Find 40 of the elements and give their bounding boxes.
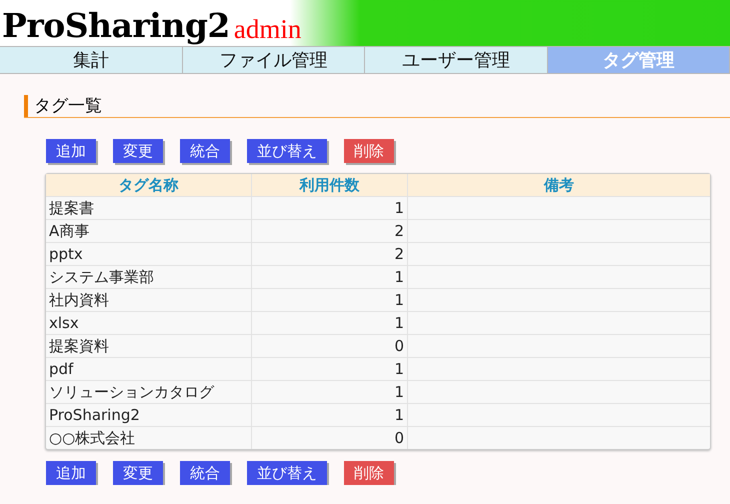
count-cell: 1 (252, 196, 408, 220)
tag-name-cell: pdf (46, 358, 252, 380)
delete-button[interactable]: 削除 (344, 461, 394, 485)
tag-name-cell: A商事 (46, 220, 252, 242)
logo: ProSharing2 (1, 6, 230, 46)
nav-tab[interactable]: ユーザー管理 (365, 46, 548, 74)
action-button[interactable]: 追加 (46, 139, 96, 163)
action-button[interactable]: 並び替え (247, 139, 327, 163)
tag-name-cell: pptx (46, 242, 252, 266)
action-button[interactable]: 追加 (46, 461, 96, 485)
tag-name-cell: ○○株式会社 (46, 426, 252, 449)
tag-name-cell: 提案資料 (46, 334, 252, 358)
delete-button[interactable]: 削除 (344, 139, 394, 163)
action-button[interactable]: 統合 (180, 139, 230, 163)
tag-name-cell: ProSharing2 (46, 404, 252, 426)
logo-subtitle: admin (234, 14, 302, 44)
count-cell: 1 (252, 266, 408, 288)
count-cell: 1 (252, 288, 408, 312)
tag-name-cell: 提案書 (46, 196, 252, 220)
action-button[interactable]: 統合 (180, 461, 230, 485)
count-cell: 2 (252, 242, 408, 266)
tag-name-cell: システム事業部 (46, 266, 252, 288)
action-button[interactable]: 変更 (113, 461, 163, 485)
column-header: タグ名称 (46, 174, 252, 196)
count-cell: 1 (252, 358, 408, 380)
column-header: 利用件数 (252, 174, 408, 196)
section-title: タグ一覧 (24, 95, 730, 117)
count-cell: 0 (252, 334, 408, 358)
count-cell: 1 (252, 404, 408, 426)
tag-name-cell: xlsx (46, 312, 252, 334)
count-cell: 2 (252, 220, 408, 242)
column-header: 備考 (408, 174, 710, 196)
action-button[interactable]: 並び替え (247, 461, 327, 485)
nav-tab[interactable]: 集計 (0, 46, 182, 74)
action-button[interactable]: 変更 (113, 139, 163, 163)
count-cell: 1 (252, 312, 408, 334)
count-cell: 1 (252, 380, 408, 404)
nav-tab[interactable]: ファイル管理 (182, 46, 365, 74)
tag-name-cell: ソリューションカタログ (46, 380, 252, 404)
tag-name-cell: 社内資料 (46, 288, 252, 312)
